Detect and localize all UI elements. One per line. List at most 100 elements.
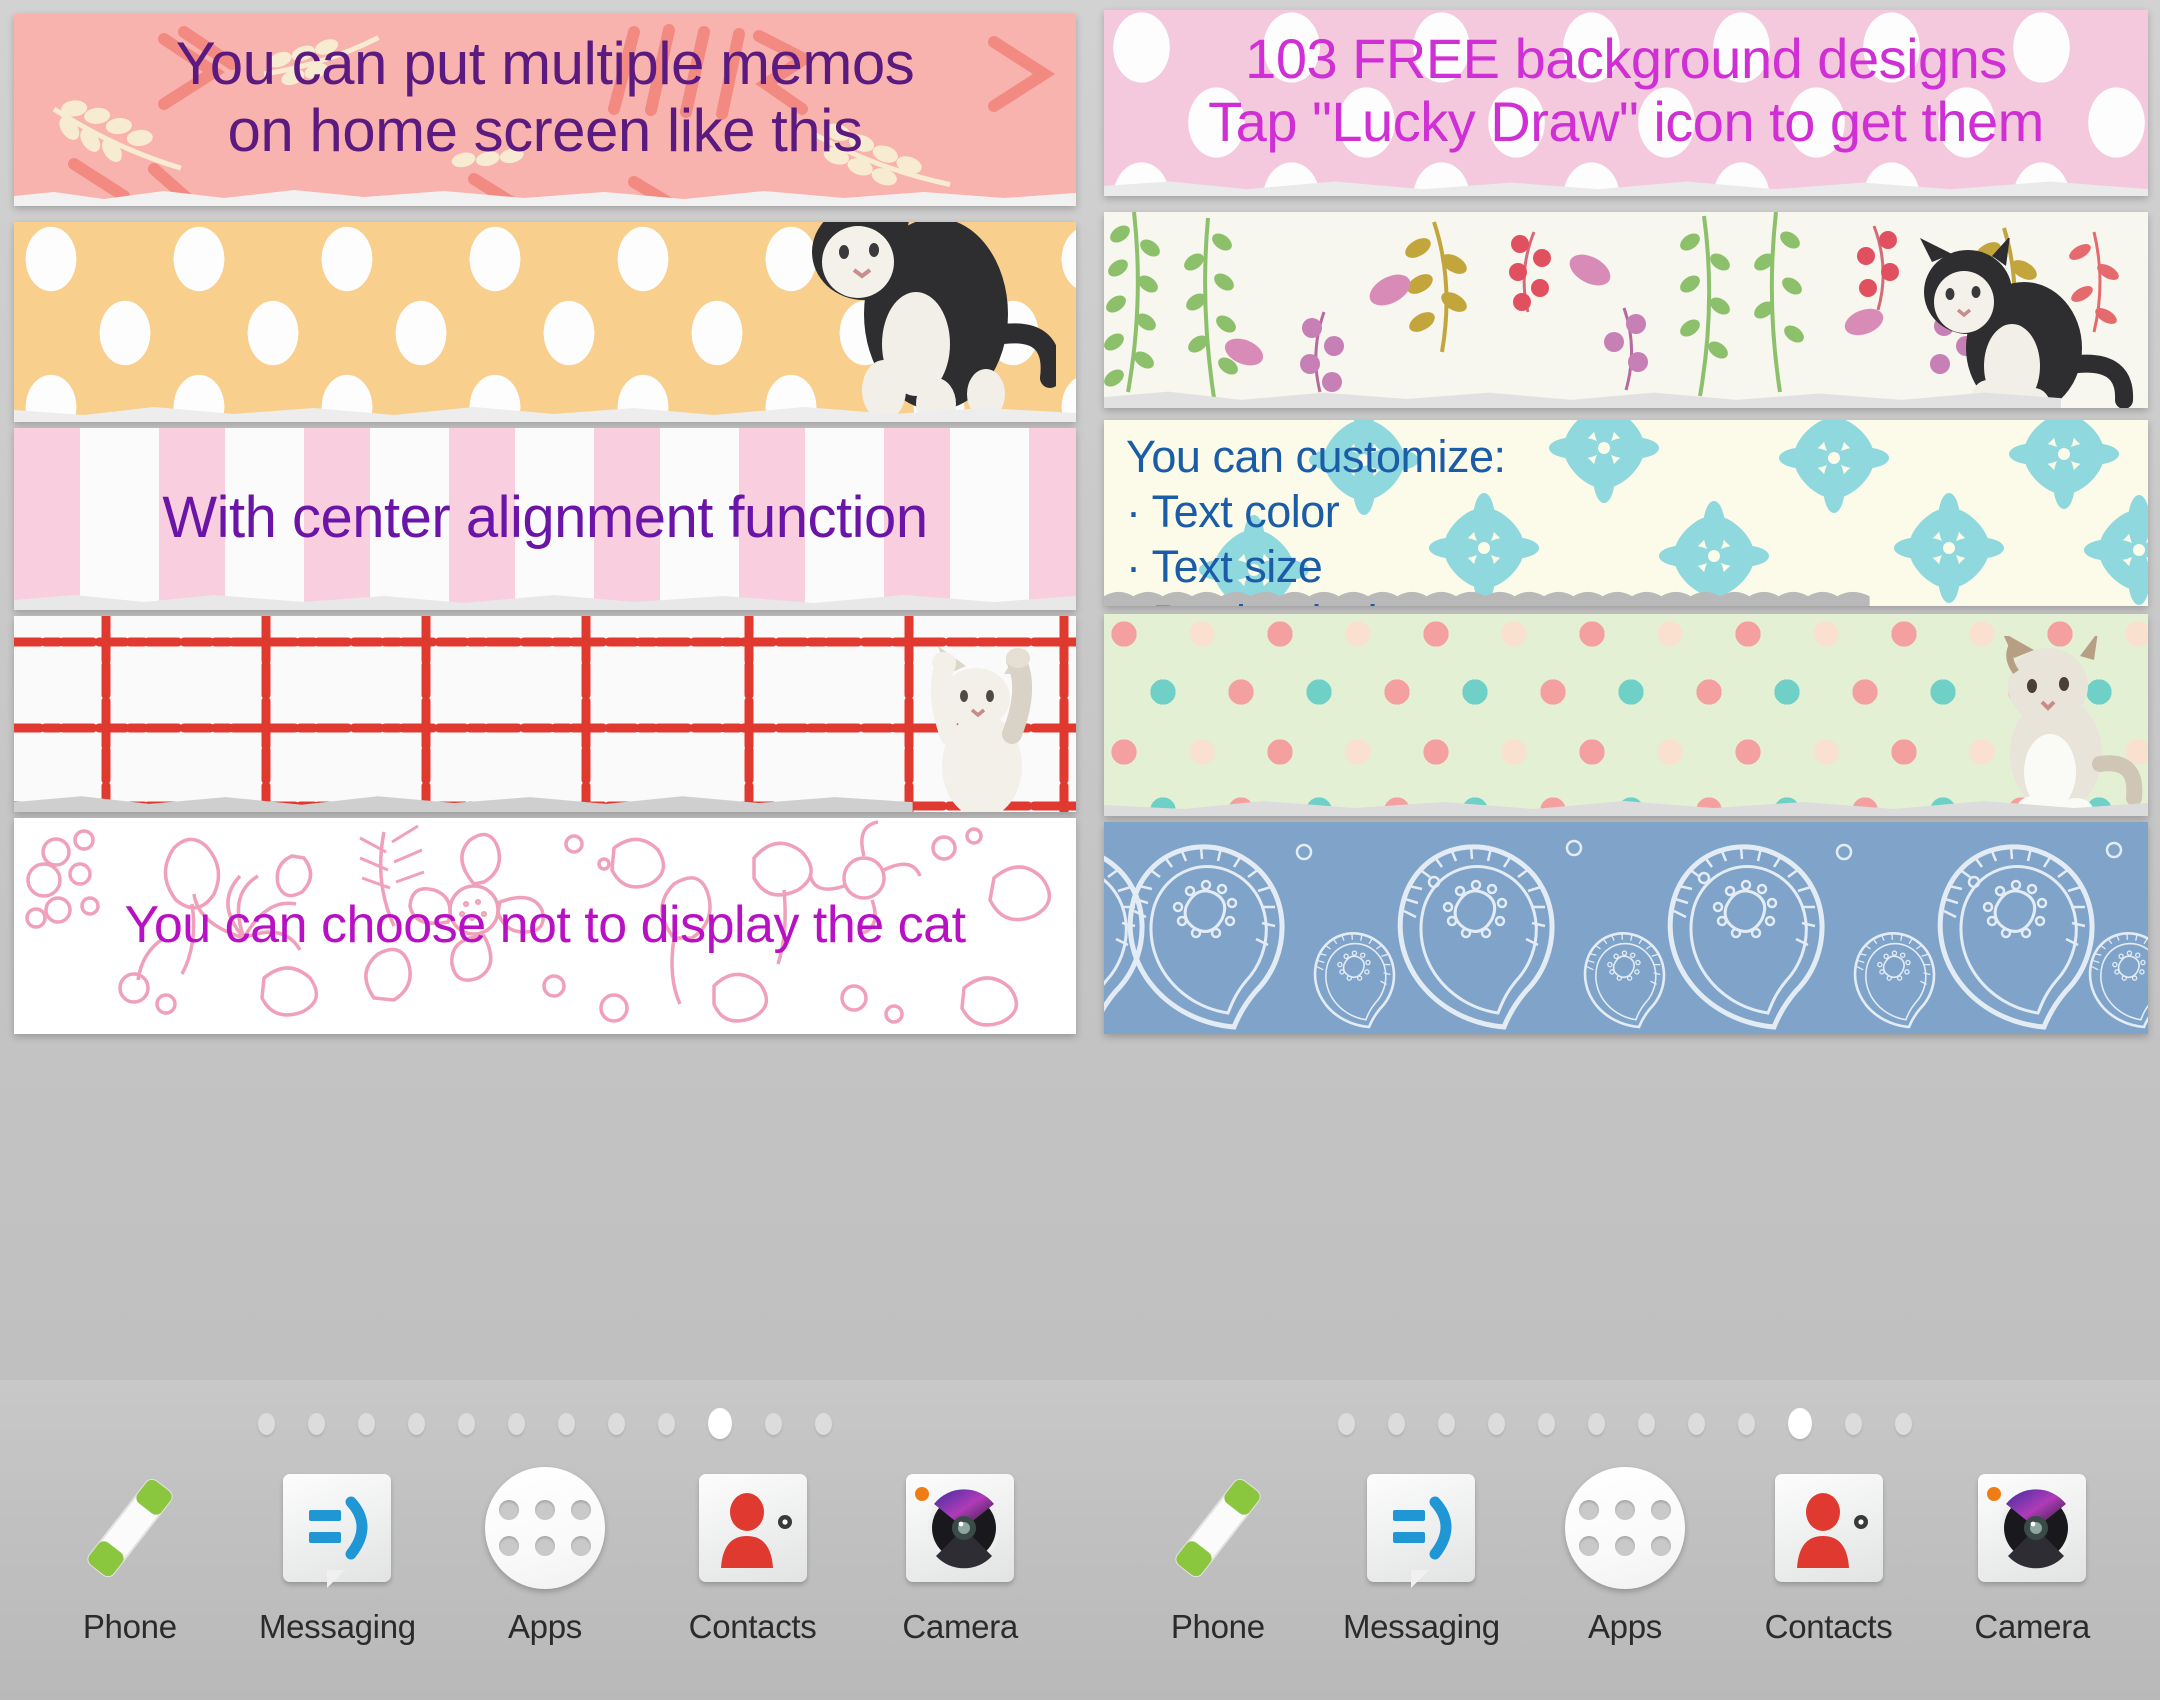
dock-item-messaging[interactable]: Messaging [1336,1462,1506,1646]
apps-dot [498,1536,519,1556]
memo-text-customize: You can customize: · Text color · Text s… [1126,431,1506,606]
memo-widget-multicolor-dots[interactable] [1104,614,2148,816]
contacts-icon [668,1462,838,1594]
dock-label-contacts: Contacts [1764,1608,1893,1645]
dock-label-messaging: Messaging [1342,1608,1500,1645]
page-dot[interactable] [1438,1412,1455,1435]
apps-dot [1614,1500,1635,1520]
page-dot-active[interactable] [1788,1408,1812,1439]
dock-item-contacts[interactable]: Contacts [1744,1462,1914,1646]
apps-dot [534,1500,555,1520]
cat-image [1920,238,2134,408]
page-dot-active[interactable] [708,1408,732,1439]
dock-label-phone: Phone [82,1608,177,1645]
camera-icon [1947,1462,2117,1594]
memo-text-no-cat: You can choose not to display the cat [124,896,966,954]
page-dot[interactable] [1388,1412,1405,1435]
cat-image [930,646,1033,812]
dock-item-phone[interactable]: Phone [1133,1462,1303,1646]
cat-image [812,222,1056,422]
page-dot[interactable] [1738,1412,1755,1435]
page-dot[interactable] [1845,1412,1862,1435]
dock-label-apps: Apps [507,1608,582,1645]
memo-widget-center-alignment[interactable]: With center alignment function [14,428,1076,610]
page-dot[interactable] [558,1412,575,1435]
apps-dot [1578,1500,1599,1520]
page-dot[interactable] [1488,1412,1505,1435]
apps-dot [570,1536,591,1556]
apps-dot [1614,1536,1635,1556]
left-dock: Phone Messaging Apps Contacts Camera [0,1380,1090,1700]
left-home-screen: You can put multiple memos on home scree… [0,0,1090,1700]
memo-widget-botanical[interactable] [1104,212,2148,408]
dock-label-apps: Apps [1587,1608,1662,1645]
memo-widget-free-backgrounds[interactable]: 103 FREE background designs Tap "Lucky D… [1104,10,2148,196]
memo-widget-orange-dots[interactable] [14,222,1076,422]
torn-edge [1104,391,2061,408]
page-dot[interactable] [1588,1412,1605,1435]
dock-label-camera: Camera [1974,1608,2090,1645]
dock-label-contacts: Contacts [688,1608,817,1645]
torn-edge [1104,801,2148,816]
apps-dot [1578,1536,1599,1556]
dock-item-messaging[interactable]: Messaging [252,1462,422,1646]
page-dot[interactable] [1338,1412,1355,1435]
cat-image [2003,636,2143,816]
page-indicator[interactable] [1090,1408,2160,1439]
dock-label-camera: Camera [902,1608,1018,1645]
apps-icon [460,1462,630,1594]
page-dot[interactable] [658,1412,675,1435]
contacts-icon [1744,1462,1914,1594]
dock-item-contacts[interactable]: Contacts [668,1462,838,1646]
torn-edge [14,796,913,812]
page-dot[interactable] [408,1412,425,1435]
right-home-screen: 103 FREE background designs Tap "Lucky D… [1090,0,2160,1700]
memo-text-multiple-memos: You can put multiple memos on home scree… [175,30,915,165]
memo-widget-customize[interactable]: You can customize: · Text color · Text s… [1104,420,2148,606]
camera-icon [875,1462,1045,1594]
dock-item-apps[interactable]: Apps [1540,1462,1710,1646]
dock-label-phone: Phone [1170,1608,1265,1645]
memo-text-center-alignment: With center alignment function [162,485,928,550]
phone-icon [45,1462,215,1594]
torn-edge [14,190,1076,206]
memo-widget-paisley[interactable] [1104,822,2148,1034]
page-dot[interactable] [815,1412,832,1435]
page-dot[interactable] [458,1412,475,1435]
messaging-icon [1336,1462,1506,1594]
apps-dot [570,1500,591,1520]
dock-item-camera[interactable]: Camera [875,1462,1045,1646]
messaging-icon [252,1462,422,1594]
memo-widget-no-cat[interactable]: You can choose not to display the cat [14,818,1076,1034]
torn-edge [14,407,1076,422]
page-dot[interactable] [1538,1412,1555,1435]
phone-icon [1133,1462,1303,1594]
page-dot[interactable] [608,1412,625,1435]
apps-dot [498,1500,519,1520]
page-dot[interactable] [308,1412,325,1435]
apps-icon [1540,1462,1710,1594]
page-dot[interactable] [508,1412,525,1435]
dock-item-camera[interactable]: Camera [1947,1462,2117,1646]
page-indicator[interactable] [0,1408,1090,1439]
apps-dot [1650,1536,1671,1556]
dual-home-screen-comparison: You can put multiple memos on home scree… [0,0,2160,1700]
memo-text-free-backgrounds: 103 FREE background designs Tap "Lucky D… [1208,27,2044,153]
dock-item-apps[interactable]: Apps [460,1462,630,1646]
page-dot[interactable] [765,1412,782,1435]
dock-item-phone[interactable]: Phone [45,1462,215,1646]
torn-edge [1104,181,2148,196]
page-dot[interactable] [1638,1412,1655,1435]
page-dot[interactable] [258,1412,275,1435]
torn-edge [14,595,1076,610]
memo-widget-multiple-memos[interactable]: You can put multiple memos on home scree… [14,14,1076,206]
apps-dot [534,1536,555,1556]
blue-paisley-pattern [1104,822,2148,1034]
page-dot[interactable] [1688,1412,1705,1435]
page-dot[interactable] [358,1412,375,1435]
memo-widget-red-grid[interactable] [14,616,1076,812]
page-dot[interactable] [1895,1412,1912,1435]
right-dock: Phone Messaging Apps Contacts Camera [1090,1380,2160,1700]
apps-dot [1650,1500,1671,1520]
dock-label-messaging: Messaging [258,1608,416,1645]
